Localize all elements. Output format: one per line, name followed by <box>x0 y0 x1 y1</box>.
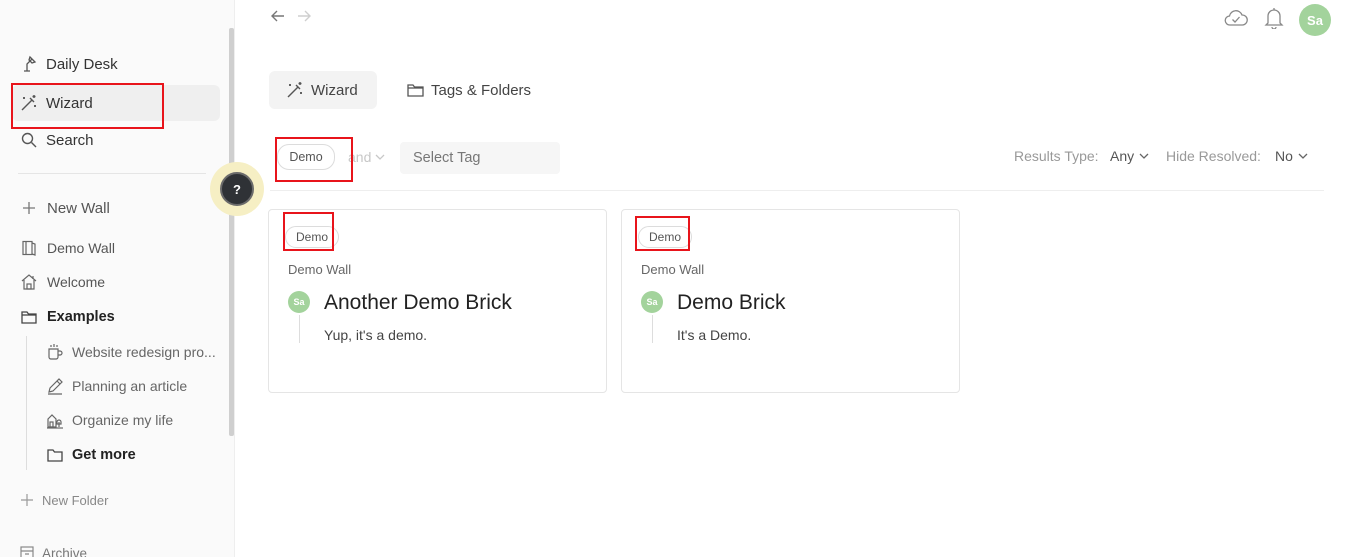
search-icon <box>18 130 40 150</box>
tab-tags-folders[interactable]: Tags & Folders <box>389 71 547 109</box>
sidebar-wall-label: Welcome <box>47 274 106 290</box>
thread-line <box>652 315 653 343</box>
hide-resolved-select[interactable]: No <box>1275 148 1308 164</box>
folder-icon <box>44 445 66 465</box>
cup-icon <box>44 342 66 362</box>
brick-title: Another Demo Brick <box>324 291 512 314</box>
folder-tree-line <box>26 336 27 470</box>
results-type-value: Any <box>1110 148 1135 164</box>
new-folder-label: New Folder <box>42 492 109 508</box>
results-type-select[interactable]: Any <box>1110 148 1149 164</box>
bell-icon <box>1264 7 1284 34</box>
new-wall-button[interactable]: New Wall <box>12 193 224 223</box>
chevron-down-icon <box>1298 153 1308 159</box>
sidebar-wall-website-redesign[interactable]: Website redesign pro... <box>40 337 226 367</box>
thread-line <box>299 315 300 343</box>
new-folder-button[interactable]: New Folder <box>14 487 214 513</box>
brick-card[interactable]: Demo Demo Wall Sa Another Demo Brick Yup… <box>268 209 607 393</box>
brick-text: Yup, it's a demo. <box>324 327 428 343</box>
sidebar: Daily Desk Wizard Search New Wall Demo W… <box>0 0 235 557</box>
brick-tag-chip[interactable]: Demo <box>638 226 693 248</box>
arrow-right-icon <box>296 8 312 28</box>
tag-chip-label: Demo <box>296 230 329 244</box>
sidebar-item-search[interactable]: Search <box>12 122 220 158</box>
hide-resolved-value: No <box>1275 148 1293 164</box>
desk-lamp-icon <box>18 54 40 74</box>
plus-icon <box>18 198 40 218</box>
tag-chip-label: Demo <box>289 150 323 164</box>
sidebar-item-daily-desk[interactable]: Daily Desk <box>12 46 220 82</box>
sidebar-folder-get-more[interactable]: Get more <box>40 440 226 470</box>
magic-wand-icon <box>285 80 305 100</box>
operator-select[interactable]: and <box>348 149 385 165</box>
sidebar-divider <box>18 173 206 174</box>
sidebar-archive[interactable]: Archive <box>14 540 214 557</box>
plus-icon <box>18 494 36 506</box>
sidebar-item-wizard[interactable]: Wizard <box>12 85 220 121</box>
sidebar-wall-planning-article[interactable]: Planning an article <box>40 371 226 401</box>
sidebar-wall-label: Organize my life <box>72 412 174 428</box>
cloud-sync-button[interactable] <box>1224 8 1248 32</box>
house-icon <box>18 272 40 292</box>
chevron-down-icon <box>1139 153 1149 159</box>
brick-title: Demo Brick <box>677 291 786 314</box>
sidebar-wall-welcome[interactable]: Welcome <box>12 267 224 297</box>
selected-tag-chip[interactable]: Demo <box>277 144 335 170</box>
sidebar-folder-examples[interactable]: Examples <box>12 302 224 332</box>
brick-tag-chip[interactable]: Demo <box>285 226 340 248</box>
forward-button[interactable] <box>296 8 312 29</box>
brick-wall-name: Demo Wall <box>641 262 705 277</box>
avatar-initials: Sa <box>1307 12 1323 28</box>
sidebar-wall-label: Website redesign pro... <box>72 344 216 360</box>
author-initials: Sa <box>293 297 305 307</box>
sidebar-wall-label: Planning an article <box>72 378 188 394</box>
user-avatar[interactable]: Sa <box>1299 4 1331 36</box>
sidebar-item-label: Wizard <box>46 94 93 112</box>
tab-label: Wizard <box>311 81 358 99</box>
operator-label: and <box>348 149 372 165</box>
help-button[interactable]: ? <box>220 172 254 206</box>
author-avatar: Sa <box>288 291 310 313</box>
tag-chip-label: Demo <box>649 230 682 244</box>
brick-text: It's a Demo. <box>677 327 752 343</box>
chevron-down-icon <box>375 154 385 160</box>
tab-wizard[interactable]: Wizard <box>269 71 377 109</box>
notifications-button[interactable] <box>1262 7 1286 34</box>
new-wall-label: New Wall <box>47 199 110 217</box>
sidebar-wall-label: Demo Wall <box>47 240 115 256</box>
sidebar-wall-demo-wall[interactable]: Demo Wall <box>12 233 224 263</box>
help-button-label: ? <box>233 181 241 197</box>
cloud-sync-icon <box>1224 9 1248 32</box>
archive-label: Archive <box>42 545 88 557</box>
sidebar-wall-organize-life[interactable]: Organize my life <box>40 405 226 435</box>
sidebar-folder-label: Examples <box>47 309 115 325</box>
results-type-label: Results Type: <box>1014 148 1099 164</box>
wall-book-icon <box>18 238 40 258</box>
brick-card[interactable]: Demo Demo Wall Sa Demo Brick It's a Demo… <box>621 209 960 393</box>
arrow-left-icon <box>270 8 286 28</box>
author-initials: Sa <box>646 297 658 307</box>
select-tag-input[interactable] <box>400 142 560 174</box>
folder-icon <box>405 80 425 100</box>
sidebar-scrollbar[interactable] <box>229 28 234 436</box>
archive-icon <box>18 546 36 557</box>
folder-icon <box>18 307 40 327</box>
pencil-icon <box>44 376 66 396</box>
tab-label: Tags & Folders <box>431 81 532 99</box>
garden-icon <box>44 410 66 430</box>
author-avatar: Sa <box>641 291 663 313</box>
sidebar-item-label: Search <box>46 131 94 149</box>
hide-resolved-label: Hide Resolved: <box>1166 148 1261 164</box>
magic-wand-icon <box>18 93 40 113</box>
brick-wall-name: Demo Wall <box>288 262 352 277</box>
back-button[interactable] <box>270 8 286 29</box>
sidebar-folder-label: Get more <box>72 447 136 463</box>
filter-divider <box>270 190 1324 191</box>
sidebar-item-label: Daily Desk <box>46 55 118 73</box>
